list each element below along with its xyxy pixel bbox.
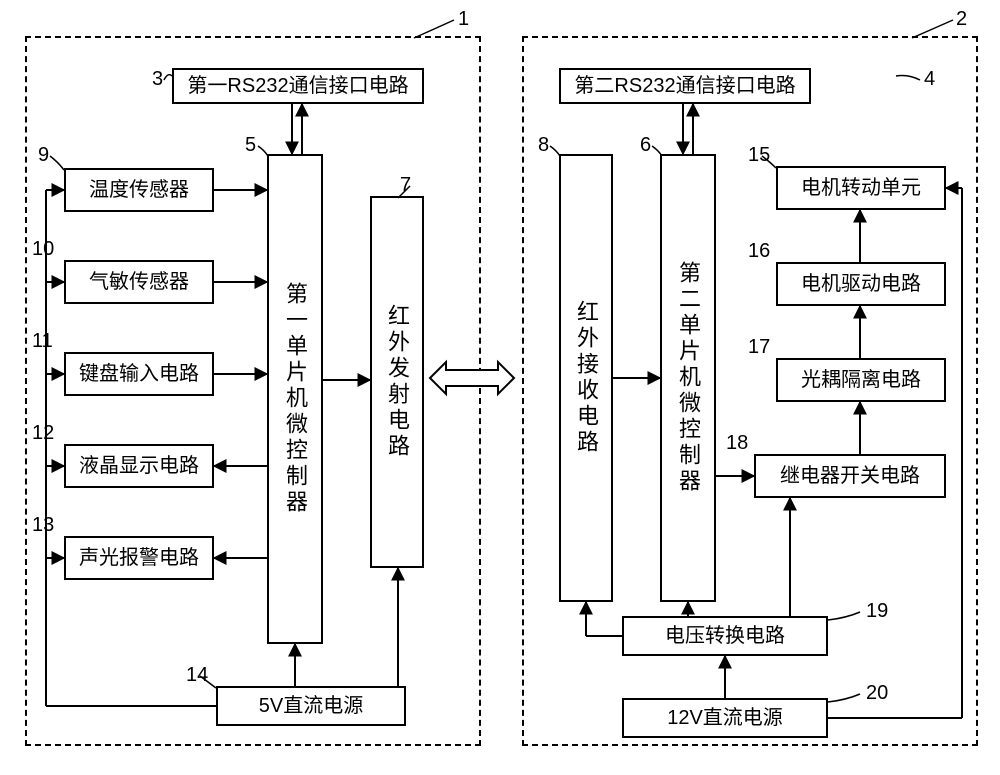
connectors <box>0 0 1000 775</box>
